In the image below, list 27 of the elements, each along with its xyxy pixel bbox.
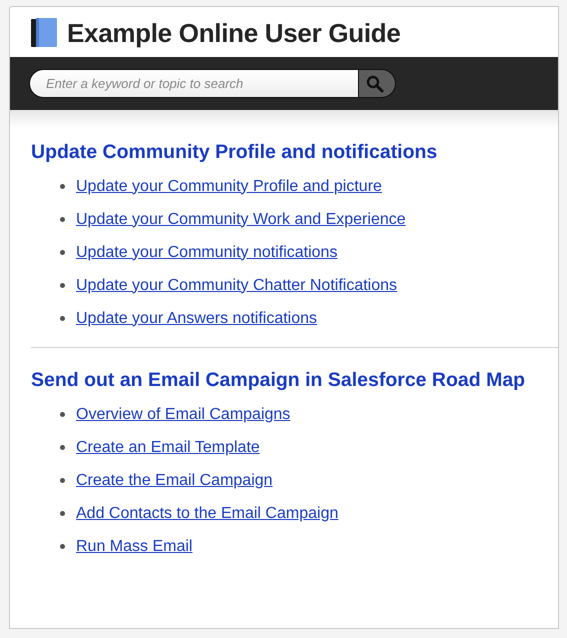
- bullet-icon: [60, 511, 65, 516]
- page-title: Example Online User Guide: [67, 18, 400, 48]
- bullet-icon: [60, 478, 65, 483]
- search-button[interactable]: [359, 69, 396, 98]
- search-field[interactable]: Enter a keyword or topic to search: [29, 69, 359, 98]
- bullet-icon: [60, 250, 65, 255]
- section-heading: Update Community Profile and notifications: [31, 141, 438, 164]
- topic-link[interactable]: Create an Email Template: [76, 438, 260, 456]
- topic-link[interactable]: Update your Community Work and Experience: [76, 210, 406, 228]
- topic-link[interactable]: Create the Email Campaign: [76, 472, 273, 490]
- bullet-icon: [60, 283, 65, 288]
- topic-link[interactable]: Update your Community notifications: [76, 244, 338, 262]
- book-icon: [31, 18, 57, 48]
- bullet-icon: [60, 445, 65, 450]
- bullet-icon: [60, 316, 65, 321]
- topic-link[interactable]: Update your Answers notifications: [76, 310, 318, 328]
- topic-link[interactable]: Overview of Email Campaigns: [76, 406, 290, 424]
- bullet-icon: [60, 412, 65, 417]
- topic-link[interactable]: Update your Community Chatter Notifications: [76, 276, 398, 294]
- topic-link[interactable]: Run Mass Email: [76, 538, 192, 556]
- topic-link[interactable]: Add Contacts to the Email Campaign: [76, 504, 338, 522]
- topic-link[interactable]: Update your Community Profile and picture: [76, 178, 382, 196]
- bullet-icon: [60, 217, 65, 222]
- section-heading: Send out an Email Campaign in Salesforce Road Map: [31, 369, 526, 392]
- bullet-icon: [60, 544, 65, 549]
- search-icon: [366, 74, 384, 92]
- bullet-icon: [60, 184, 65, 189]
